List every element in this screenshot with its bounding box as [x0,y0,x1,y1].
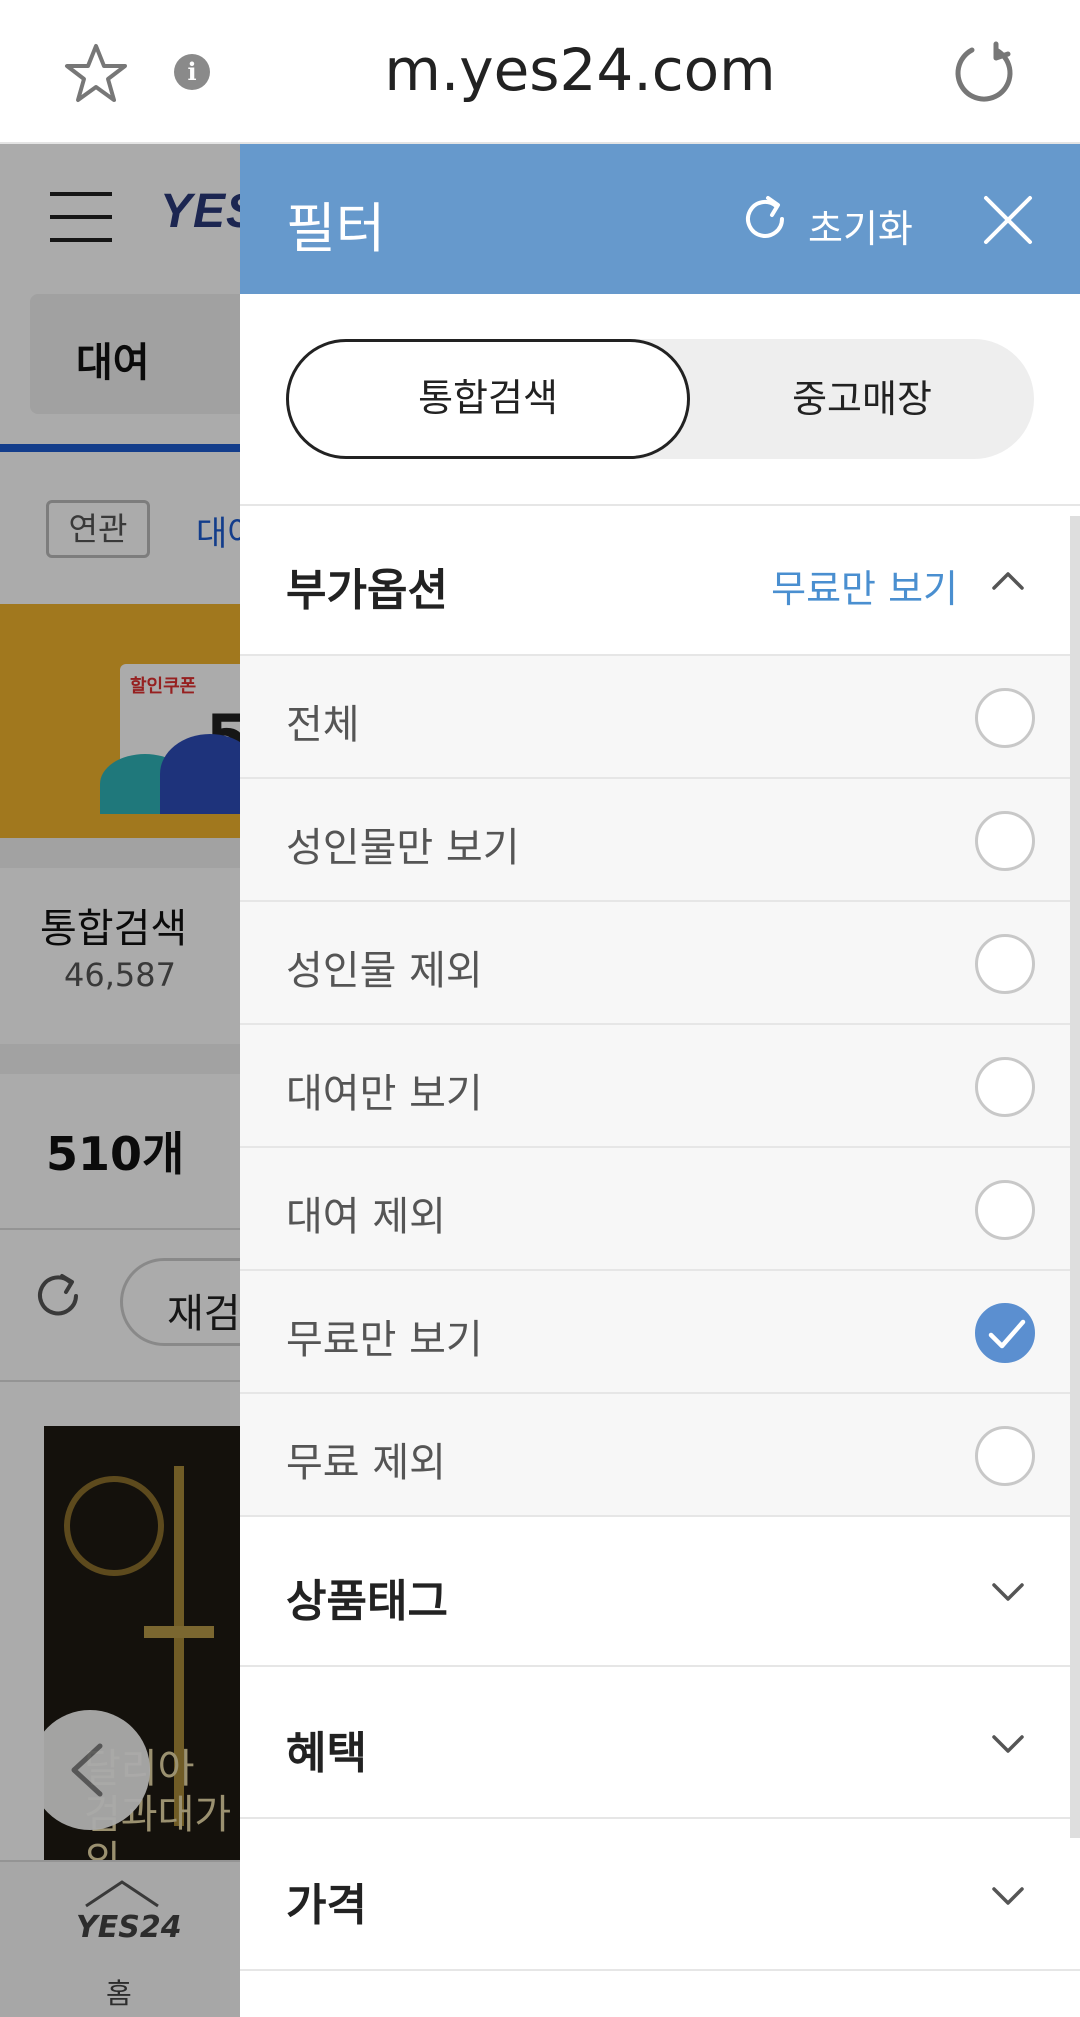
scope-tab-used-store[interactable]: 중고매장 [690,339,1034,459]
option-item-exclude-free[interactable]: 무료 제외 [240,1394,1080,1517]
option-label: 전체 [286,702,360,748]
checkmark-icon [988,1319,1026,1349]
section-benefit-title: 혜택 [286,1728,367,1779]
section-options-selected: 무료만 보기 [771,567,958,611]
section-options-header[interactable]: 부가옵션 무료만 보기 [240,506,1080,656]
option-label: 성인물 제외 [286,948,483,994]
chevron-down-icon [992,1887,1024,1905]
radio-button[interactable] [975,934,1035,994]
option-item-exclude-rental[interactable]: 대여 제외 [240,1148,1080,1271]
close-icon[interactable] [978,190,1038,250]
section-price-title: 가격 [286,1880,367,1931]
radio-button[interactable] [975,1426,1035,1486]
chevron-down-icon [992,1735,1024,1753]
scope-segmented-control: 통합검색 중고매장 [286,339,1034,459]
section-options-title: 부가옵션 [286,565,448,616]
radio-button[interactable] [975,811,1035,871]
radio-button-checked[interactable] [975,1303,1035,1363]
browser-toolbar: i m.yes24.com [0,0,1080,144]
reset-label: 초기화 [808,207,913,251]
option-item-adult-only[interactable]: 성인물만 보기 [240,779,1080,902]
filter-panel: 필터 초기화 통합검색 중고매장 부가옵션 무료만 보기 전체 성인물만 보기 [240,144,1080,2017]
scope-tab-integrated[interactable]: 통합검색 [286,339,690,459]
option-label: 대여만 보기 [286,1071,483,1117]
option-label: 대여 제외 [286,1194,446,1240]
radio-button[interactable] [975,688,1035,748]
option-label: 성인물만 보기 [286,825,520,871]
reset-button[interactable]: 초기화 [738,192,928,251]
option-label: 무료 제외 [286,1440,446,1486]
filter-title: 필터 [286,197,386,260]
section-product-tag-title: 상품태그 [286,1576,448,1627]
chevron-down-icon [992,1583,1024,1601]
scrollbar[interactable] [1070,516,1080,1838]
address-bar-url[interactable]: m.yes24.com [0,36,1080,104]
option-item-free-only[interactable]: 무료만 보기 [240,1271,1080,1394]
radio-button[interactable] [975,1180,1035,1240]
option-item-rental-only[interactable]: 대여만 보기 [240,1025,1080,1148]
section-price-header[interactable]: 가격 [240,1821,1080,1971]
option-item-all[interactable]: 전체 [240,656,1080,779]
reload-icon[interactable] [952,40,1016,104]
option-label: 무료만 보기 [286,1317,483,1363]
reset-icon [746,196,784,238]
option-item-exclude-adult[interactable]: 성인물 제외 [240,902,1080,1025]
radio-button[interactable] [975,1057,1035,1117]
chevron-up-icon [992,572,1024,590]
filter-header: 필터 초기화 [240,144,1080,294]
section-benefit-header[interactable]: 혜택 [240,1669,1080,1819]
section-product-tag-header[interactable]: 상품태그 [240,1517,1080,1667]
